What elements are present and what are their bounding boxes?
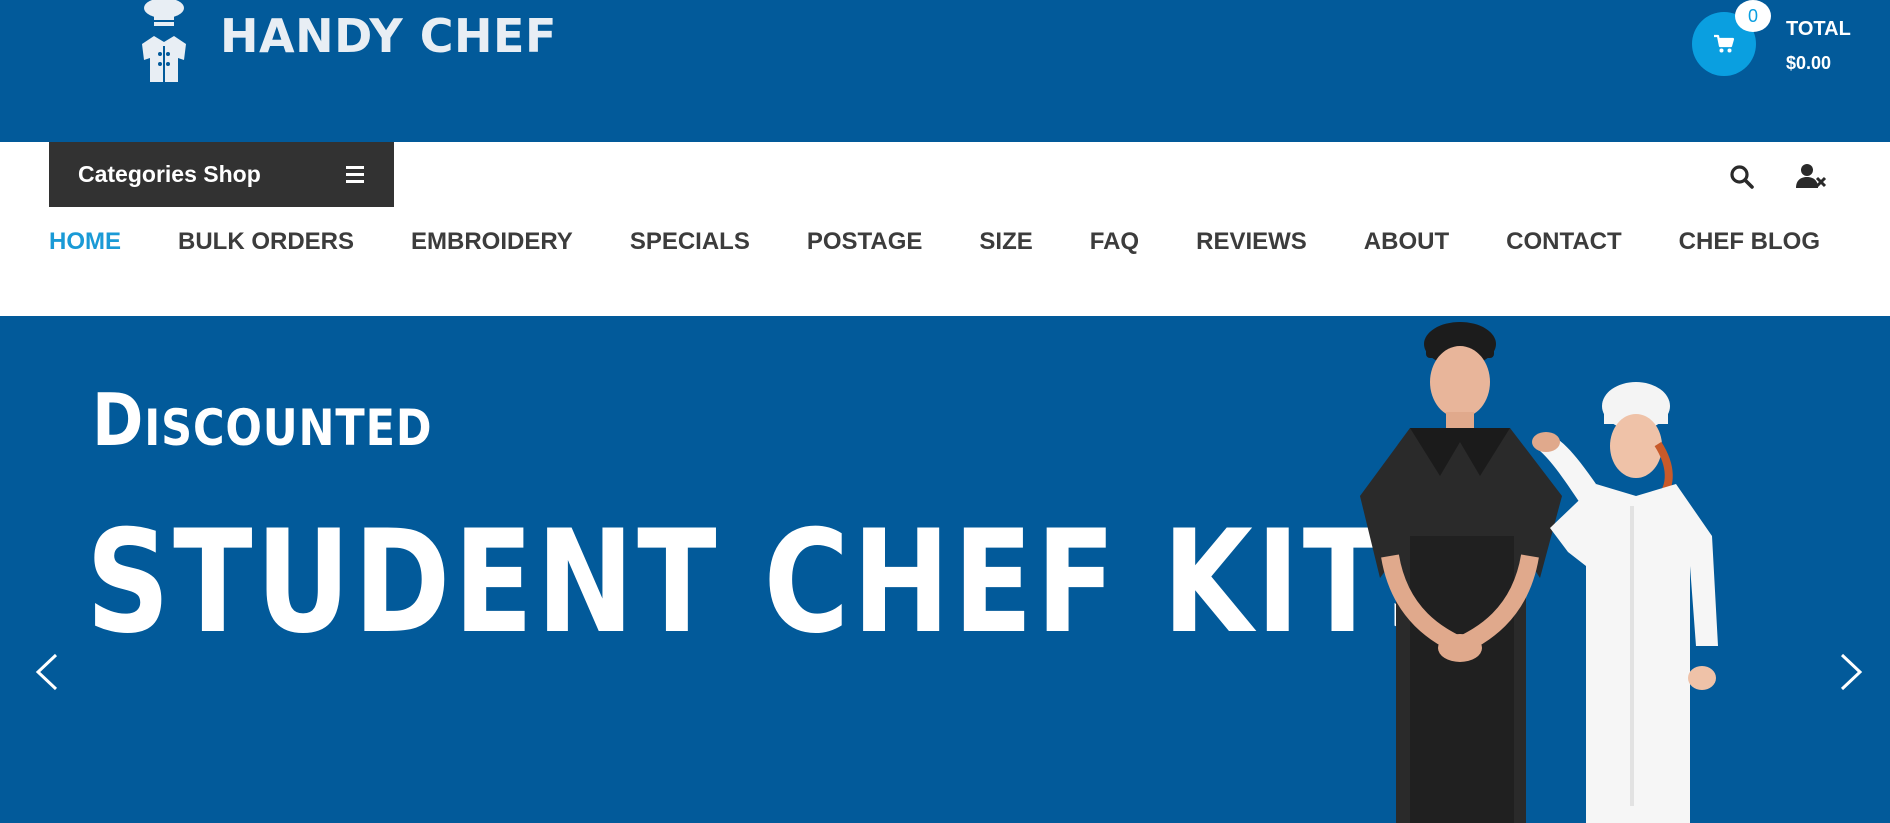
cart-total-label: TOTAL bbox=[1786, 18, 1851, 40]
categories-shop-button[interactable]: Categories Shop bbox=[49, 142, 394, 207]
categories-shop-label: Categories Shop bbox=[78, 161, 261, 187]
user-x-icon[interactable] bbox=[1796, 162, 1828, 192]
navigation-area: Categories Shop HOME BULK ORDERS EMBROID… bbox=[0, 142, 1890, 316]
cart-total-value: $0.00 bbox=[1786, 53, 1832, 73]
menu-item-home[interactable]: HOME bbox=[49, 228, 121, 256]
menu-item-about[interactable]: ABOUT bbox=[1364, 228, 1449, 256]
menu-item-specials[interactable]: SPECIALS bbox=[630, 228, 750, 256]
menu-item-chef-blog[interactable]: CHEF BLOG bbox=[1679, 228, 1820, 256]
site-logo[interactable]: HANDY CHEF bbox=[132, 0, 557, 86]
menu-item-size[interactable]: SIZE bbox=[979, 228, 1032, 256]
chevron-left-icon bbox=[35, 653, 58, 691]
slider-next-button[interactable] bbox=[1836, 652, 1866, 692]
top-header: HANDY CHEF 0 TOTAL $0.00 bbox=[0, 0, 1890, 142]
chef-models-image bbox=[1360, 322, 1718, 823]
menu-item-reviews[interactable]: REVIEWS bbox=[1196, 228, 1307, 256]
menu-item-faq[interactable]: FAQ bbox=[1090, 228, 1139, 256]
logo-text: HANDY CHEF bbox=[220, 9, 557, 63]
cart-count-badge: 0 bbox=[1735, 0, 1771, 32]
main-menu: HOME BULK ORDERS EMBROIDERY SPECIALS POS… bbox=[49, 226, 1877, 258]
menu-icon bbox=[346, 166, 364, 187]
slider-prev-button[interactable] bbox=[32, 652, 62, 692]
chevron-right-icon bbox=[1840, 653, 1863, 691]
menu-item-postage[interactable]: POSTAGE bbox=[807, 228, 923, 256]
menu-item-bulk-orders[interactable]: BULK ORDERS bbox=[178, 228, 354, 256]
chef-logo-icon bbox=[132, 0, 196, 86]
search-icon[interactable] bbox=[1729, 164, 1755, 190]
cart-icon bbox=[1714, 34, 1735, 53]
menu-item-contact[interactable]: CONTACT bbox=[1506, 228, 1622, 256]
hero-slider: Discounted STUDENT CHEF KITS bbox=[0, 316, 1890, 823]
menu-item-embroidery[interactable]: EMBROIDERY bbox=[411, 228, 573, 256]
hero-subtitle: Discounted bbox=[92, 378, 433, 462]
hero-title: STUDENT CHEF KITS bbox=[86, 500, 1473, 665]
